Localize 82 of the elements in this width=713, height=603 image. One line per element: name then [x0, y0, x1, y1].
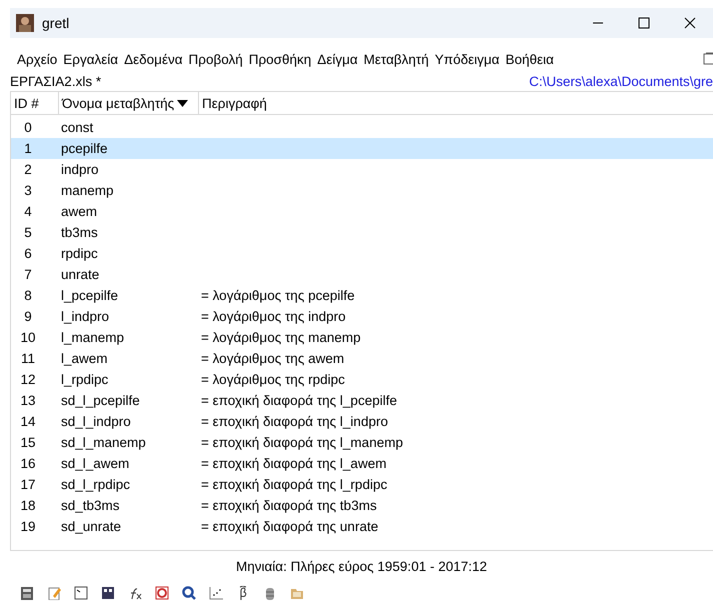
variable-description: = λογάριθμος της manemp	[200, 330, 362, 345]
file-path-link[interactable]: C:\Users\alexa\Documents\gre	[529, 74, 713, 88]
variable-id: 1	[23, 141, 33, 156]
variable-name: manemp	[60, 183, 115, 198]
variable-id: 14	[19, 414, 37, 429]
variable-name: sd_l_manemp	[60, 435, 147, 450]
menu-item[interactable]: Υπόδειγμα	[432, 52, 502, 66]
variable-id: 7	[23, 267, 33, 282]
column-header[interactable]: Όνομα μεταβλητής	[59, 92, 199, 114]
menu-item[interactable]: Προσθήκη	[246, 52, 314, 66]
selected-row[interactable]: 1 pcepilfe	[11, 138, 713, 159]
variable-name: pcepilfe	[60, 141, 109, 156]
variable-id: 3	[23, 183, 33, 198]
app-icon	[16, 14, 34, 32]
variable-name: sd_tb3ms	[60, 498, 121, 513]
variable-name: sd_unrate	[60, 519, 122, 534]
variable-name: awem	[60, 204, 98, 219]
variable-name: sd_l_awem	[60, 456, 130, 471]
variable-name: l_manemp	[60, 330, 126, 345]
variable-name: tb3ms	[60, 225, 99, 240]
variable-description: = λογάριθμος της indpro	[200, 309, 347, 324]
lifebuoy-icon[interactable]	[155, 586, 169, 600]
menu-item[interactable]: Μεταβλητή	[360, 52, 432, 66]
window-title: gretl	[42, 15, 70, 31]
variable-id: 0	[23, 120, 33, 135]
variable-name: l_indpro	[60, 309, 110, 324]
variable-id: 12	[19, 372, 37, 387]
variable-description: = εποχική διαφορά της l_manemp	[200, 435, 404, 450]
column-header[interactable]: ID #	[11, 92, 59, 114]
variable-id: 17	[19, 477, 37, 492]
sort-caret-icon	[177, 100, 188, 106]
close-icon[interactable]	[684, 17, 696, 29]
menu-item[interactable]: Αρχείο	[14, 52, 60, 66]
variable-description: = λογάριθμος της awem	[200, 351, 346, 366]
variable-id: 13	[19, 393, 37, 408]
variable-id: 2	[23, 162, 33, 177]
variable-id: 19	[19, 519, 37, 534]
variable-name: sd_l_indpro	[60, 414, 132, 429]
variable-id: 9	[23, 309, 33, 324]
notepad-icon[interactable]	[47, 586, 61, 600]
variable-name: l_awem	[60, 351, 109, 366]
variable-description: = εποχική διαφορά της l_awem	[200, 456, 388, 471]
variable-name: sd_l_rpdipc	[60, 477, 132, 492]
variable-name: sd_l_pcepilfe	[60, 393, 141, 408]
variable-id: 15	[19, 435, 37, 450]
variable-id: 4	[23, 204, 33, 219]
variable-description: = εποχική διαφορά της l_indpro	[200, 414, 389, 429]
variable-id: 18	[19, 498, 37, 513]
variable-description: = λογάριθμος της rpdipc	[200, 372, 346, 387]
menu-item[interactable]: Δεδομένα	[121, 52, 186, 66]
variable-name: unrate	[60, 267, 100, 282]
status-text: Μηνιαία: Πλήρες εύρος 1959:01 - 2017:12	[234, 559, 488, 576]
variable-id: 11	[20, 351, 36, 366]
column-header[interactable]: Περιγραφή	[199, 92, 713, 114]
variable-id: 6	[23, 246, 33, 261]
file-name: ΕΡΓΑΣΙΑ2.xls *	[10, 74, 102, 88]
spreadsheet-icon[interactable]	[101, 586, 115, 600]
variable-id: 5	[23, 225, 33, 240]
variable-description: = λογάριθμος της pcepilfe	[200, 288, 356, 303]
database-icon[interactable]	[263, 586, 277, 600]
window-icon[interactable]	[703, 52, 713, 66]
variable-name: l_pcepilfe	[60, 288, 120, 303]
calculator-icon[interactable]	[20, 586, 34, 600]
variable-description: = εποχική διαφορά της unrate	[200, 519, 380, 534]
menu-item[interactable]: Προβολή	[186, 52, 246, 66]
variable-name: const	[60, 120, 94, 135]
variable-id: 16	[19, 456, 37, 471]
variable-id: 8	[23, 288, 33, 303]
scatter-icon[interactable]	[209, 586, 223, 600]
function-icon[interactable]	[128, 586, 142, 600]
variable-description: = εποχική διαφορά της l_pcepilfe	[200, 393, 398, 408]
variable-description: = εποχική διαφορά της tb3ms	[200, 498, 378, 513]
menu-item[interactable]: Δείγμα	[314, 52, 361, 66]
variable-name: rpdipc	[60, 246, 99, 261]
menu-item[interactable]: Εργαλεία	[60, 52, 122, 66]
variable-id: 10	[19, 330, 37, 345]
variable-description: = εποχική διαφορά της l_rpdipc	[200, 477, 388, 492]
menu-item[interactable]: Βοήθεια	[502, 52, 557, 66]
maximize-icon[interactable]	[638, 17, 650, 29]
search-icon[interactable]	[182, 586, 196, 600]
variable-name: l_rpdipc	[60, 372, 110, 387]
variable-name: indpro	[60, 162, 100, 177]
